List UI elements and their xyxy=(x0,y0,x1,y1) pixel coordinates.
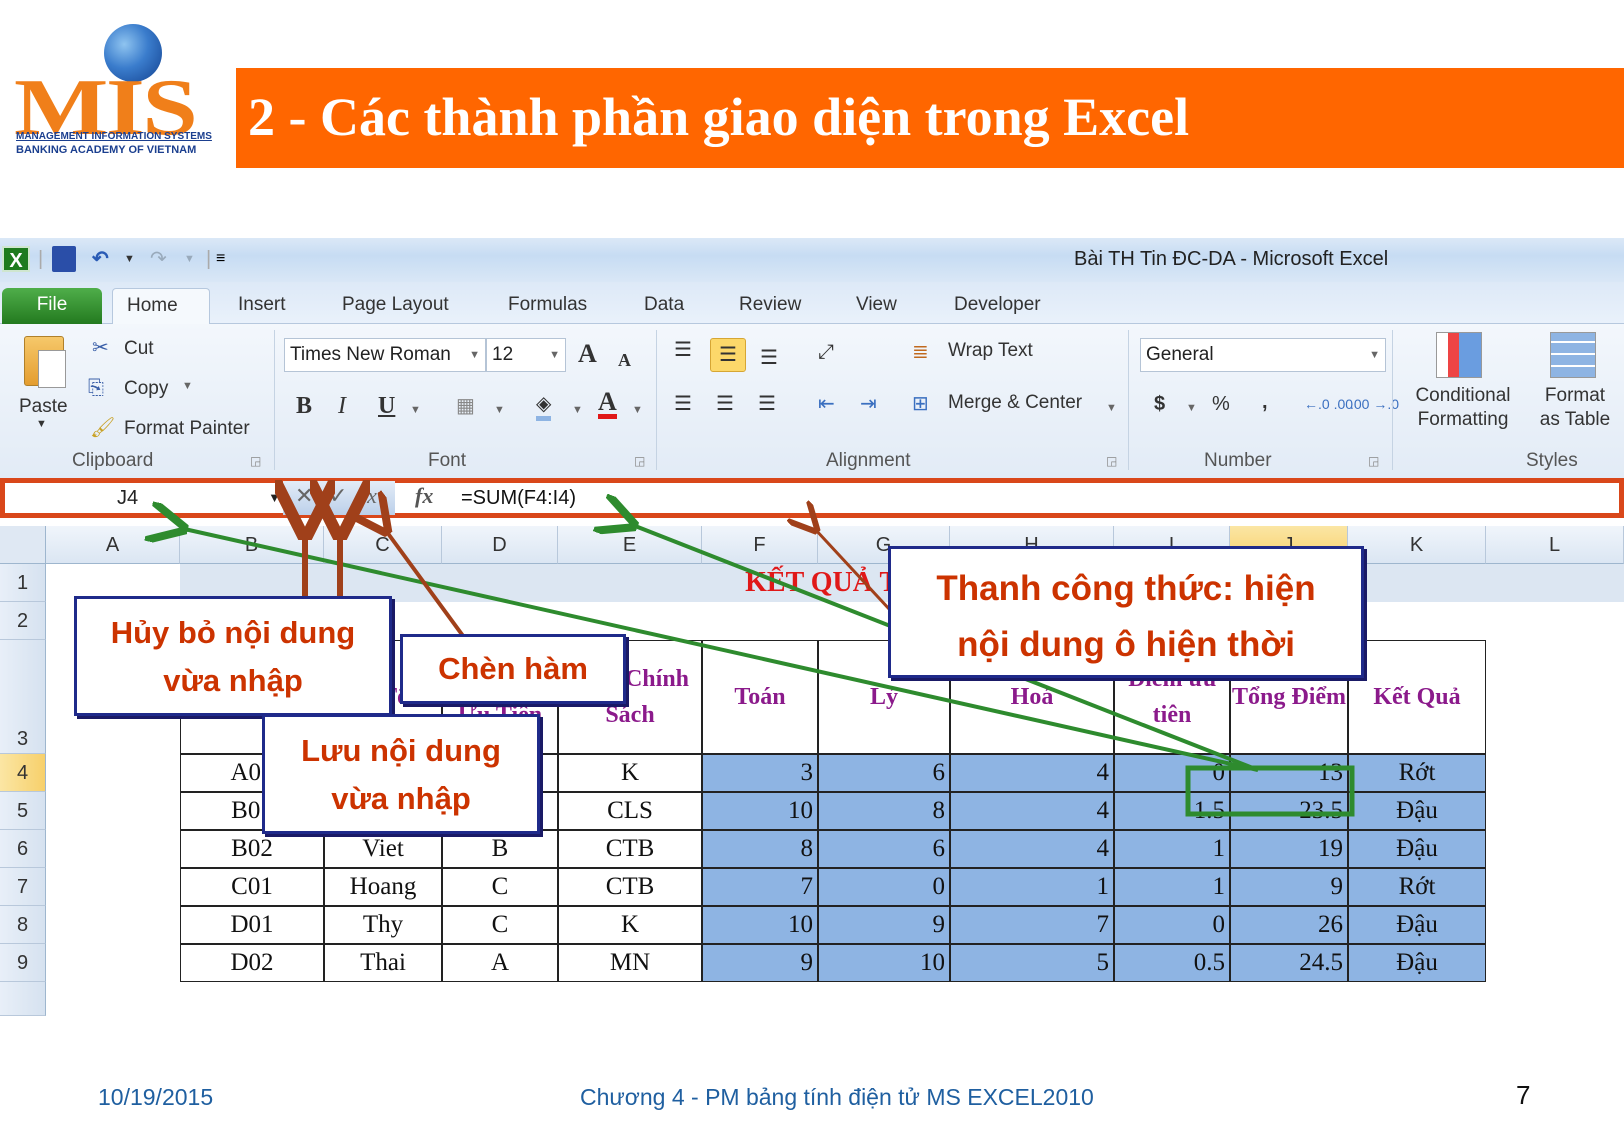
callout-insert-function: Chèn hàm xyxy=(400,634,626,704)
arrow-to-insert-function xyxy=(384,528,468,642)
page-number: 7 xyxy=(1516,1080,1531,1110)
arrow-to-formula-bar xyxy=(814,528,892,612)
active-cell-highlight xyxy=(1185,765,1355,817)
annotation-arrows xyxy=(0,0,1355,817)
callout-text: Hủy bỏ nội dung xyxy=(110,615,356,650)
callout-text: Lưu nội dung xyxy=(301,733,501,768)
footer-date: 10/19/2015 xyxy=(98,1084,214,1110)
callout-enter: Lưu nội dung vừa nhập xyxy=(262,714,540,834)
callout-text: vừa nhập xyxy=(331,781,471,816)
footer-title: Chương 4 - PM bảng tính điện tử MS EXCEL… xyxy=(580,1084,1094,1110)
callout-formula-bar: Thanh công thức: hiện nội dung ô hiện th… xyxy=(888,546,1364,678)
callout-text: vừa nhập xyxy=(163,663,303,698)
callout-cancel: Hủy bỏ nội dung vừa nhập xyxy=(74,596,392,716)
callout-text: nội dung ô hiện thời xyxy=(957,625,1295,664)
callout-text: Chèn hàm xyxy=(438,651,588,686)
callout-text: Thanh công thức: hiện xyxy=(936,569,1316,608)
